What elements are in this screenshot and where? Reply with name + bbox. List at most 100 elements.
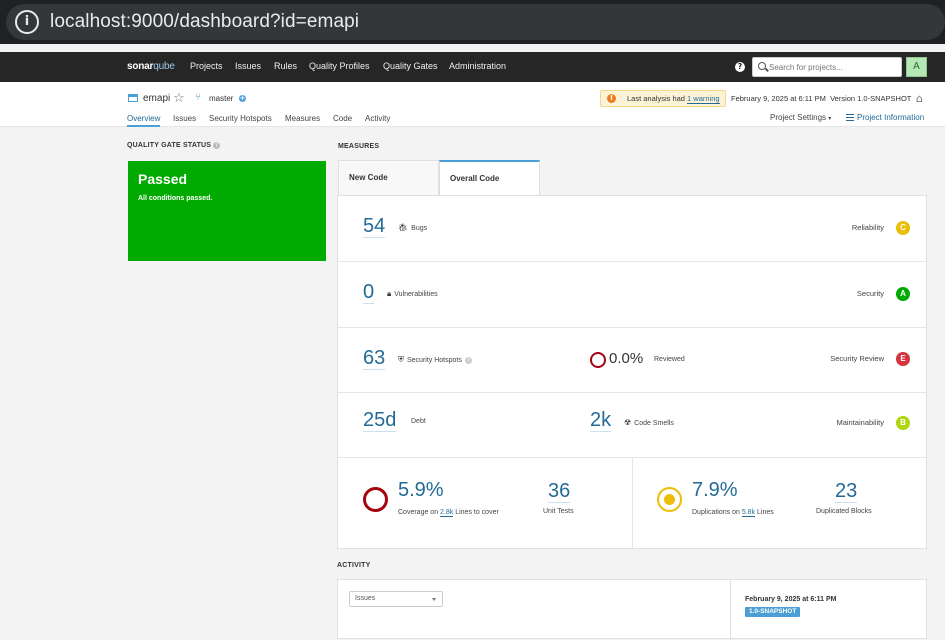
project-header: emapi ☆ ⑂ master + ! Last analysis had 1… xyxy=(0,82,945,127)
shield-icon: ⛨ xyxy=(398,355,404,364)
duplications-dot xyxy=(664,494,675,505)
nav-administration[interactable]: Administration xyxy=(449,61,506,71)
activity-title: ACTIVITY xyxy=(337,562,371,569)
activity-date: February 9, 2025 at 6:11 PM xyxy=(745,596,837,603)
activity-graph-select[interactable]: Issues xyxy=(349,591,443,607)
quality-gate-title: QUALITY GATE STATUS? xyxy=(127,142,221,149)
tab-security-hotspots[interactable]: Security Hotspots xyxy=(209,114,272,123)
security-review-row: 63 ⛨ Security Hotspots? 0.0% Reviewed Sec… xyxy=(338,328,926,393)
project-search[interactable] xyxy=(752,57,902,77)
tab-activity[interactable]: Activity xyxy=(365,114,390,123)
maintainability-rating[interactable]: B xyxy=(896,416,910,430)
coverage-lines-value[interactable]: 2.8k xyxy=(440,509,454,517)
top-navigation: sonarqube Projects Issues Rules Quality … xyxy=(0,52,945,82)
security-rating[interactable]: A xyxy=(896,287,910,301)
quality-gate-result: Passed xyxy=(138,171,188,187)
project-settings-label: Project Settings xyxy=(770,113,827,122)
quality-gate-title-text: QUALITY GATE STATUS xyxy=(127,142,212,149)
tab-issues[interactable]: Issues xyxy=(173,114,196,123)
duplications-lines-value[interactable]: 5.8k xyxy=(741,509,756,517)
caret-down-icon: ▾ xyxy=(828,116,832,122)
chevron-down-icon xyxy=(432,598,436,601)
security-review-label: Security Review xyxy=(830,354,884,363)
site-info-icon[interactable]: i xyxy=(15,10,39,34)
nav-projects[interactable]: Projects xyxy=(190,61,223,71)
favorite-star-icon[interactable]: ☆ xyxy=(173,91,185,106)
bugs-label-text: Bugs xyxy=(411,225,428,232)
bugs-label: 🐞︎ Bugs xyxy=(398,223,427,232)
search-input[interactable] xyxy=(769,60,897,74)
nav-quality-gates[interactable]: Quality Gates xyxy=(383,61,438,71)
coverage-value[interactable]: 5.9% xyxy=(398,479,444,502)
vulnerabilities-label-text: Vulnerabilities xyxy=(394,291,438,298)
tab-code[interactable]: Code xyxy=(333,114,352,123)
warning-link[interactable]: 1 warning xyxy=(687,94,720,104)
version-badge: 1.0-SNAPSHOT xyxy=(745,607,801,617)
code-smells-label: ☢ Code Smells xyxy=(624,418,674,427)
security-label: Security xyxy=(856,289,884,298)
branch-name[interactable]: master xyxy=(209,94,233,103)
duplications-label-prefix: Duplications on xyxy=(692,509,742,516)
warning-icon: ! xyxy=(607,94,616,103)
url-field[interactable]: i localhost:9000/dashboard?id=emapi xyxy=(6,4,945,40)
warning-prefix: Last analysis had xyxy=(627,94,688,103)
tab-overview[interactable]: Overview xyxy=(127,114,161,127)
home-icon[interactable]: ⌂ xyxy=(916,92,923,105)
bugs-value[interactable]: 54 xyxy=(363,215,386,238)
hotspots-help-icon[interactable]: ? xyxy=(464,357,472,364)
project-information-link[interactable]: Project Information xyxy=(846,113,924,122)
coverage-ring-icon xyxy=(363,487,388,512)
list-icon xyxy=(846,114,854,121)
maintainability-label: Maintainability xyxy=(836,418,884,427)
analysis-warning: ! Last analysis had 1 warning xyxy=(600,90,726,107)
quality-gate-message: All conditions passed. xyxy=(138,195,213,202)
branch-icon: ⑂ xyxy=(195,92,201,103)
browser-address-bar: i localhost:9000/dashboard?id=emapi xyxy=(0,0,945,44)
tab-overall-code[interactable]: Overall Code xyxy=(439,160,540,195)
hotspots-label: ⛨ Security Hotspots? xyxy=(398,355,472,365)
project-information-label: Project Information xyxy=(857,113,925,122)
duplications-value[interactable]: 7.9% xyxy=(692,479,738,502)
coverage-label-prefix: Coverage on xyxy=(398,509,441,516)
debt-value[interactable]: 25d xyxy=(363,409,397,432)
tab-new-code[interactable]: New Code xyxy=(338,160,439,195)
code-smells-label-text: Code Smells xyxy=(634,420,674,427)
url-text[interactable]: localhost:9000/dashboard?id=emapi xyxy=(50,11,359,33)
quality-gate-status: Passed All conditions passed. xyxy=(128,161,326,261)
quality-gate-help-icon[interactable]: ? xyxy=(213,142,221,149)
code-smells-value[interactable]: 2k xyxy=(590,409,612,432)
measures-title: MEASURES xyxy=(338,143,380,150)
help-icon[interactable]: ? xyxy=(735,62,745,72)
search-icon xyxy=(758,62,766,70)
bug-icon: 🐞︎ xyxy=(398,223,409,232)
nav-quality-profiles[interactable]: Quality Profiles xyxy=(309,61,370,71)
reliability-row: 54 🐞︎ Bugs Reliability C xyxy=(338,196,926,262)
security-review-rating[interactable]: E xyxy=(896,352,910,366)
reliability-label: Reliability xyxy=(851,223,884,232)
user-avatar[interactable]: A xyxy=(906,57,927,77)
analysis-info: February 9, 2025 at 6:11 PM Version 1.0-… xyxy=(731,94,912,103)
metrics-divider xyxy=(632,458,633,548)
activity-select-value: Issues xyxy=(355,595,376,602)
vulnerabilities-value[interactable]: 0 xyxy=(363,281,375,304)
nav-issues[interactable]: Issues xyxy=(235,61,261,71)
nav-rules[interactable]: Rules xyxy=(274,61,297,71)
logo-main: sonar xyxy=(127,61,154,72)
duplications-label-suffix: Lines xyxy=(755,509,774,516)
branch-plus-icon[interactable]: + xyxy=(239,95,246,102)
unit-tests-label: Unit Tests xyxy=(543,508,574,515)
project-settings-menu[interactable]: Project Settings ▾ xyxy=(770,113,831,122)
hotspots-value[interactable]: 63 xyxy=(363,347,386,370)
reliability-rating[interactable]: C xyxy=(896,221,910,235)
reviewed-value[interactable]: 0.0% xyxy=(609,350,643,367)
unit-tests-value[interactable]: 36 xyxy=(548,480,571,503)
lock-icon: 🔒︎ xyxy=(387,289,392,298)
vulnerabilities-label: 🔒︎ Vulnerabilities xyxy=(387,289,438,299)
sonarqube-logo[interactable]: sonarqube xyxy=(127,61,175,72)
security-row: 0 🔒︎ Vulnerabilities Security A xyxy=(338,262,926,328)
activity-divider xyxy=(730,580,731,640)
tab-measures[interactable]: Measures xyxy=(285,114,320,123)
duplicated-blocks-value[interactable]: 23 xyxy=(835,480,858,503)
coverage-duplications-row: 5.9% Coverage on 2.8k Lines to cover 36 … xyxy=(338,458,926,548)
project-name[interactable]: emapi xyxy=(143,93,170,104)
